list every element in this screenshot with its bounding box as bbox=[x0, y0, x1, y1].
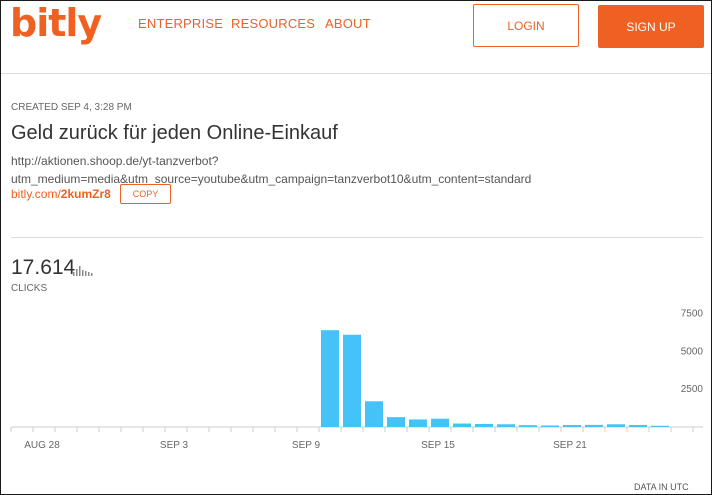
long-url-line-1: http://aktionen.shoop.de/yt-tanzverbot? bbox=[11, 154, 219, 168]
login-button[interactable]: LOGIN bbox=[473, 4, 579, 47]
short-link[interactable]: bitly.com/2kumZr8 bbox=[11, 187, 111, 201]
long-url-line-2: utm_medium=media&utm_source=youtube&utm_… bbox=[11, 172, 532, 186]
short-link-domain: bitly.com/ bbox=[11, 187, 61, 201]
bar-sep-17 bbox=[475, 423, 493, 427]
bar-sep-24 bbox=[629, 425, 647, 427]
bar-sep-14 bbox=[409, 419, 427, 427]
bar-sep-21 bbox=[563, 425, 581, 427]
timezone-note: DATA IN UTC bbox=[634, 482, 689, 492]
clicks-chart: AUG 28 SEP 3 SEP 9 SEP 15 SEP 21 7500 5000 2500 bbox=[10, 309, 704, 451]
bar-sep-11 bbox=[343, 334, 361, 427]
y-tick-label: 2500 bbox=[681, 384, 704, 395]
nav-enterprise[interactable]: ENTERPRISE bbox=[138, 16, 223, 31]
x-tick-label: SEP 21 bbox=[553, 440, 587, 451]
bar-sep-25 bbox=[651, 425, 669, 427]
nav-about[interactable]: ABOUT bbox=[325, 16, 371, 31]
bar-sep-22 bbox=[585, 424, 603, 427]
bar-sep-18 bbox=[497, 424, 515, 427]
short-link-code: 2kumZr8 bbox=[60, 187, 111, 201]
bar-sep-12 bbox=[365, 401, 383, 427]
bar-chart-icon bbox=[73, 266, 93, 276]
bar-sep-19 bbox=[519, 425, 537, 427]
x-tick-label: SEP 9 bbox=[292, 440, 321, 451]
header-divider bbox=[1, 73, 711, 74]
x-tick-label: SEP 3 bbox=[160, 440, 189, 451]
nav-resources[interactable]: RESOURCES bbox=[231, 16, 315, 31]
y-tick-label: 5000 bbox=[681, 346, 704, 357]
bar-sep-23 bbox=[607, 424, 625, 427]
bar-sep-15 bbox=[431, 418, 449, 427]
bar-sep-16 bbox=[453, 423, 471, 427]
bar-sep-13 bbox=[387, 417, 405, 427]
link-title: Geld zurück für jeden Online-Einkauf bbox=[11, 122, 338, 144]
y-tick-label: 7500 bbox=[681, 309, 704, 320]
page-frame: bitly ENTERPRISE RESOURCES ABOUT LOGIN S… bbox=[0, 0, 712, 495]
signup-button[interactable]: SIGN UP bbox=[598, 5, 704, 48]
clicks-total: 17.614 bbox=[11, 256, 76, 279]
x-tick-label: SEP 15 bbox=[421, 440, 455, 451]
long-url[interactable]: http://aktionen.shoop.de/yt-tanzverbot? … bbox=[11, 152, 611, 188]
section-divider bbox=[11, 237, 703, 238]
x-tick-label: AUG 28 bbox=[24, 440, 60, 451]
bar-sep-10 bbox=[321, 330, 339, 427]
created-date: CREATED SEP 4, 3:28 PM bbox=[11, 102, 132, 113]
clicks-label: CLICKS bbox=[11, 283, 48, 294]
bitly-logo[interactable]: bitly bbox=[10, 3, 102, 43]
copy-button[interactable]: COPY bbox=[120, 184, 171, 204]
bar-sep-20 bbox=[541, 425, 559, 427]
